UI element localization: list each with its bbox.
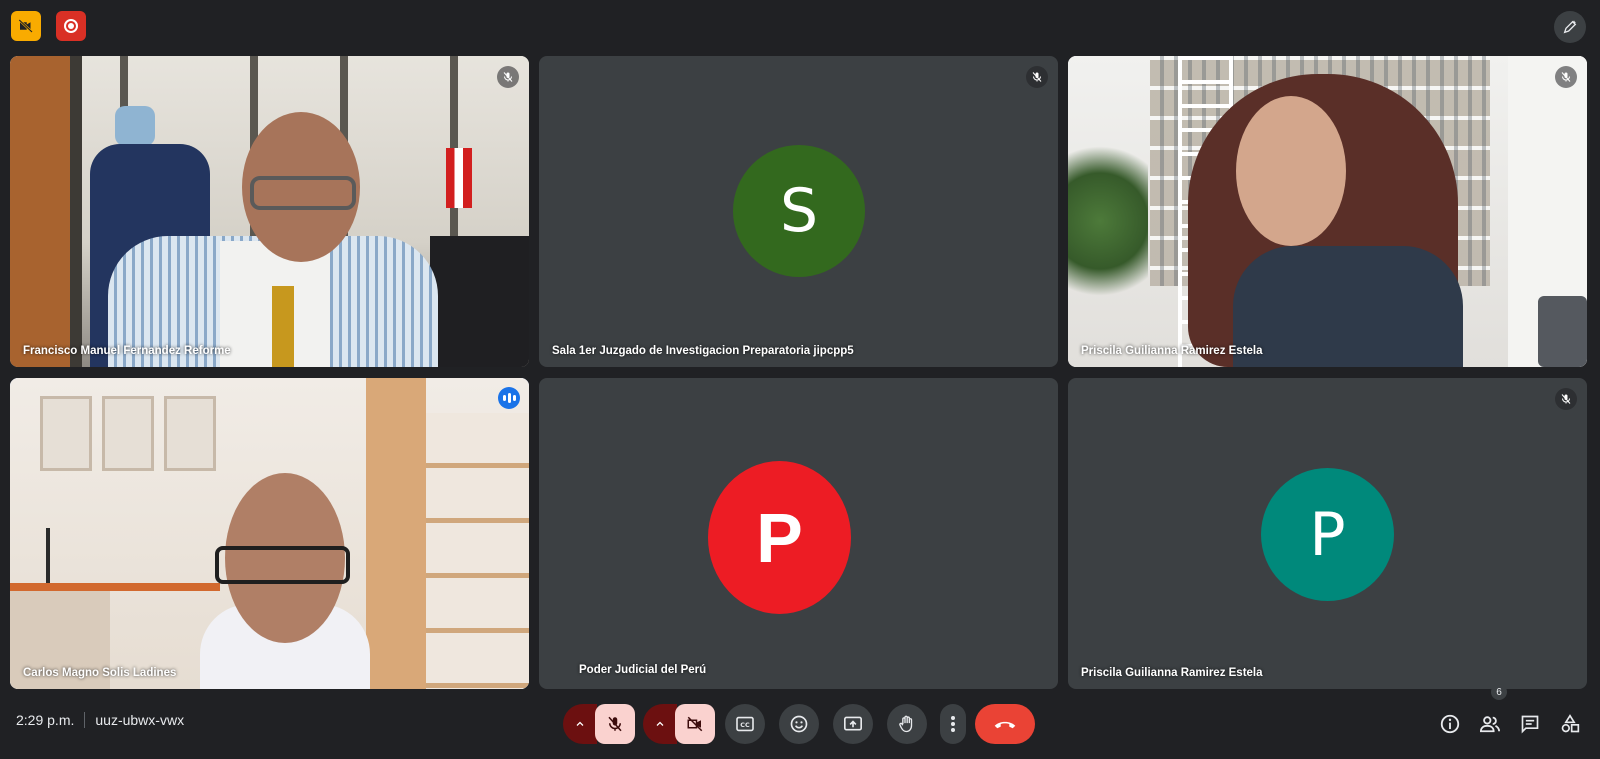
camera-control-group: [643, 704, 715, 744]
mic-toggle-button[interactable]: [595, 704, 635, 744]
mic-options-button[interactable]: [563, 704, 597, 744]
participant-tile-francisco[interactable]: Francisco Manuel Fernandez Reforme: [10, 56, 529, 367]
meeting-details-button[interactable]: [1432, 706, 1468, 742]
shapes-icon: [1561, 714, 1580, 733]
mic-muted-icon: [1555, 388, 1577, 410]
video-feed: [10, 378, 529, 689]
meeting-code: uuz-ubwx-vwx: [95, 712, 185, 728]
closed-captions-icon: CC: [736, 716, 754, 732]
present-screen-button[interactable]: [833, 704, 873, 744]
video-feed: [1068, 56, 1587, 367]
activities-button[interactable]: [1552, 706, 1588, 742]
meeting-time: 2:29 p.m.: [16, 712, 75, 728]
more-options-button[interactable]: [940, 704, 966, 744]
camera-options-button[interactable]: [643, 704, 677, 744]
leave-call-button[interactable]: [975, 704, 1035, 744]
hand-icon: [899, 715, 913, 733]
mic-off-icon: [608, 716, 622, 732]
pen-edit-icon[interactable]: [1554, 11, 1586, 43]
avatar: P: [708, 461, 851, 614]
hang-up-icon: [994, 721, 1016, 729]
mic-control-group: [563, 704, 635, 744]
emoji-icon: [790, 715, 808, 733]
chat-button[interactable]: [1512, 706, 1548, 742]
camera-off-warning-icon[interactable]: [11, 11, 41, 41]
participant-name: Priscila Guilianna Ramirez Estela: [1081, 667, 1263, 679]
raise-hand-button[interactable]: [887, 704, 927, 744]
meeting-info: 2:29 p.m. uuz-ubwx-vwx: [16, 712, 184, 728]
mic-muted-icon: [497, 66, 519, 88]
camera-toggle-button[interactable]: [675, 704, 715, 744]
more-vertical-icon: [951, 716, 955, 732]
captions-button[interactable]: CC: [725, 704, 765, 744]
people-button[interactable]: [1472, 706, 1508, 742]
participant-tile-priscila-video[interactable]: Priscila Guilianna Ramirez Estela: [1068, 56, 1587, 367]
recording-icon[interactable]: [56, 11, 86, 41]
present-icon: [844, 716, 862, 731]
svg-text:CC: CC: [740, 721, 750, 729]
participant-name: Priscila Guilianna Ramirez Estela: [1081, 345, 1263, 357]
participant-name: Sala 1er Juzgado de Investigacion Prepar…: [552, 345, 854, 357]
camera-off-icon: [687, 716, 703, 732]
people-icon: [1479, 716, 1500, 733]
reactions-button[interactable]: [779, 704, 819, 744]
participant-name: Carlos Magno Solis Ladines: [23, 667, 177, 679]
participant-count-badge: 6: [1491, 684, 1507, 700]
participant-name: Poder Judicial del Perú: [579, 664, 707, 676]
participant-tile-carlos[interactable]: Carlos Magno Solis Ladines: [10, 378, 529, 689]
speaking-indicator-icon: [498, 387, 520, 409]
chat-icon: [1521, 715, 1539, 734]
mic-muted-icon: [1555, 66, 1577, 88]
participant-tile-sala[interactable]: S Sala 1er Juzgado de Investigacion Prep…: [539, 56, 1058, 367]
avatar: S: [733, 145, 865, 277]
avatar: P: [1261, 468, 1394, 601]
participant-tile-poder-judicial[interactable]: P Poder Judicial del Perú: [539, 378, 1058, 689]
info-icon: [1440, 714, 1460, 734]
participant-name: Francisco Manuel Fernandez Reforme: [23, 345, 231, 357]
participant-tile-priscila-avatar[interactable]: P Priscila Guilianna Ramirez Estela: [1068, 378, 1587, 689]
mic-muted-icon: [1026, 66, 1048, 88]
video-feed: [10, 56, 529, 367]
top-bar: [0, 0, 1600, 54]
bottom-control-bar: 2:29 p.m. uuz-ubwx-vwx CC 6: [0, 684, 1600, 759]
